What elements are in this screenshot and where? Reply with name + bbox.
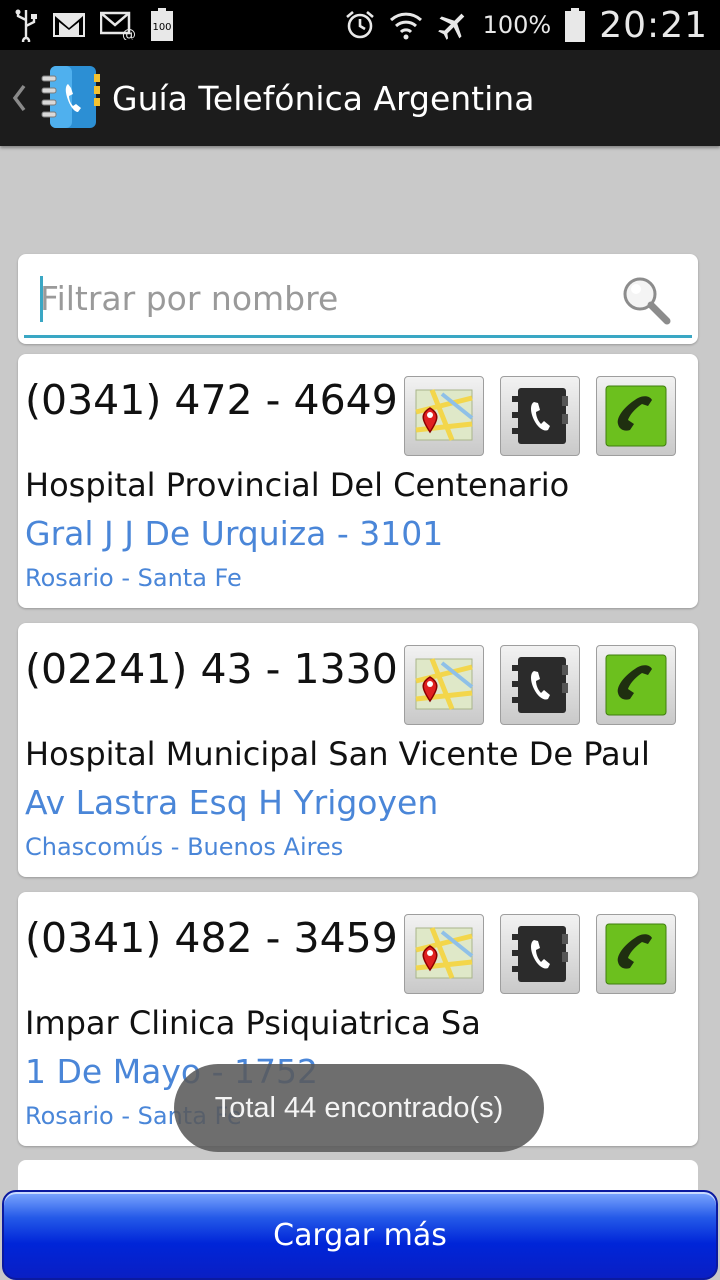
text-cursor: [40, 276, 43, 322]
call-icon: [605, 385, 667, 447]
city-link[interactable]: Chascomús - Buenos Aires: [25, 833, 343, 861]
map-icon: [415, 658, 474, 710]
phone-number: (0341) 482 - 3459: [25, 914, 398, 962]
clock: 20:21: [599, 4, 708, 46]
business-name: Impar Clinica Psiquiatrica Sa: [25, 1004, 481, 1042]
app-title: Guía Telefónica Argentina: [112, 78, 535, 118]
wifi-icon: [389, 8, 423, 42]
search-input[interactable]: [24, 262, 692, 338]
contact-button[interactable]: [500, 914, 580, 994]
contact-button[interactable]: [500, 645, 580, 725]
search-icon[interactable]: [620, 274, 672, 326]
contact-button[interactable]: [500, 376, 580, 456]
business-name: Hospital Municipal San Vicente De Paul: [25, 735, 650, 773]
call-icon: [605, 923, 667, 985]
contact-icon: [512, 926, 568, 982]
call-icon: [605, 654, 667, 716]
svg-text:100: 100: [152, 22, 171, 33]
call-button[interactable]: [596, 645, 676, 725]
map-button[interactable]: [404, 914, 484, 994]
search-box: [18, 254, 698, 344]
result-card[interactable]: (0341) 472 - 4649 Hospital Provincial De…: [18, 354, 698, 608]
contact-icon: [512, 388, 568, 444]
gmail-icon: [52, 8, 86, 42]
back-chevron-icon[interactable]: [4, 50, 34, 146]
map-button[interactable]: [404, 645, 484, 725]
action-bar: Guía Telefónica Argentina: [0, 50, 720, 146]
phone-number: (02241) 43 - 1330: [25, 645, 398, 693]
map-button[interactable]: [404, 376, 484, 456]
business-name: Hospital Provincial Del Centenario: [25, 466, 570, 504]
alarm-icon: [345, 8, 375, 42]
contact-icon: [512, 657, 568, 713]
phonebook-app-icon[interactable]: [38, 64, 102, 132]
call-button[interactable]: [596, 914, 676, 994]
city-link[interactable]: Rosario - Santa Fe: [25, 564, 242, 592]
svg-text:@: @: [122, 27, 136, 40]
airplane-icon: [437, 8, 469, 42]
battery-percent: 100%: [482, 11, 552, 39]
address-link[interactable]: Gral J J De Urquiza - 3101: [25, 514, 443, 553]
call-button[interactable]: [596, 376, 676, 456]
map-icon: [415, 389, 474, 441]
usb-icon: [14, 8, 38, 42]
toast-message: Total 44 encontrado(s): [174, 1064, 544, 1152]
address-link[interactable]: Av Lastra Esq H Yrigoyen: [25, 783, 438, 822]
email-icon: @: [100, 8, 136, 42]
status-bar: @ 100 100% 20:21: [0, 0, 720, 50]
result-card[interactable]: (02241) 43 - 1330 Hospital Municipal San…: [18, 623, 698, 877]
phone-number: (0341) 472 - 4649: [25, 376, 398, 424]
battery-saver-icon: 100: [150, 8, 174, 42]
map-icon: [415, 927, 474, 979]
battery-icon: [565, 8, 586, 42]
load-more-button[interactable]: Cargar más: [2, 1190, 718, 1280]
